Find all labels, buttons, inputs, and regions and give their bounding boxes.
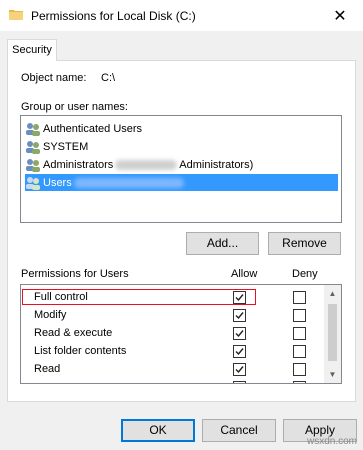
watermark: wsxdn.com (306, 436, 357, 447)
permission-row-read-execute: Read & execute (21, 325, 321, 343)
check-icon (234, 382, 245, 384)
allow-checkbox[interactable] (233, 309, 246, 322)
scroll-up-icon[interactable]: ▲ (324, 285, 341, 302)
permission-name: Read & execute (34, 327, 113, 339)
allow-header: Allow (231, 268, 258, 280)
permission-name: List folder contents (34, 345, 127, 357)
permission-row-full-control: Full control (21, 289, 321, 307)
scroll-thumb[interactable] (328, 304, 337, 361)
folder-icon (9, 10, 23, 20)
list-item[interactable]: Authenticated Users (25, 120, 338, 137)
list-item[interactable]: Administrators Administrators) (25, 156, 338, 173)
check-icon (235, 312, 244, 320)
group-name: Authenticated Users (43, 122, 143, 135)
group-name: Users (43, 176, 72, 189)
permission-row-read: Read (21, 361, 321, 379)
permissions-list: Full control Modify Read & execute List … (20, 284, 342, 384)
deny-checkbox[interactable] (293, 291, 306, 304)
object-name-value: C:\ (101, 72, 116, 84)
check-icon (235, 366, 244, 374)
permissions-label: Permissions for Users (21, 268, 129, 280)
close-icon: ✕ (333, 7, 347, 25)
add-button[interactable]: Add... (186, 232, 259, 255)
permission-row-list-folder: List folder contents (21, 343, 321, 361)
group-names-label: Group or user names: (21, 101, 128, 113)
object-name-label: Object name: (21, 72, 87, 84)
window-title: Permissions for Local Disk (C:) (31, 9, 196, 23)
check-icon (235, 294, 244, 302)
group-list[interactable]: Authenticated Users SYSTEM Administrator… (20, 115, 342, 223)
permission-row-partial (21, 379, 321, 384)
user-group-icon (26, 122, 40, 136)
permission-row-modify: Modify (21, 307, 321, 325)
deny-checkbox[interactable] (293, 381, 306, 383)
deny-header: Deny (292, 268, 318, 280)
allow-checkbox[interactable] (233, 363, 246, 376)
allow-checkbox[interactable] (233, 291, 246, 304)
allow-checkbox[interactable] (233, 327, 246, 340)
ok-button[interactable]: OK (121, 419, 195, 442)
permission-name: Read (34, 363, 61, 375)
group-name: SYSTEM (43, 140, 89, 153)
list-item[interactable]: SYSTEM (25, 138, 338, 155)
user-group-icon (26, 140, 40, 154)
allow-checkbox[interactable] (233, 381, 246, 384)
remove-button[interactable]: Remove (268, 232, 341, 255)
scroll-down-icon[interactable]: ▼ (324, 366, 341, 383)
user-group-icon (26, 176, 40, 190)
title-bar: Permissions for Local Disk (C:) ✕ (0, 0, 363, 31)
tab-security[interactable]: Security (7, 39, 57, 61)
permission-name: Modify (34, 309, 67, 321)
allow-checkbox[interactable] (233, 345, 246, 358)
permission-name: Full control (34, 291, 88, 303)
cancel-button[interactable]: Cancel (202, 419, 276, 442)
group-name: Administrators (43, 158, 114, 171)
redacted-text (73, 177, 184, 188)
close-button[interactable]: ✕ (317, 0, 363, 31)
check-icon (235, 330, 244, 338)
check-icon (235, 348, 244, 356)
redacted-text (115, 159, 178, 170)
list-item-selected[interactable]: Users (25, 174, 338, 191)
deny-checkbox[interactable] (293, 345, 306, 358)
user-group-icon (26, 158, 40, 172)
deny-checkbox[interactable] (293, 327, 306, 340)
deny-checkbox[interactable] (293, 363, 306, 376)
group-name-suffix: Administrators) (179, 158, 254, 171)
deny-checkbox[interactable] (293, 309, 306, 322)
vertical-scrollbar[interactable]: ▲ ▼ (324, 285, 341, 383)
